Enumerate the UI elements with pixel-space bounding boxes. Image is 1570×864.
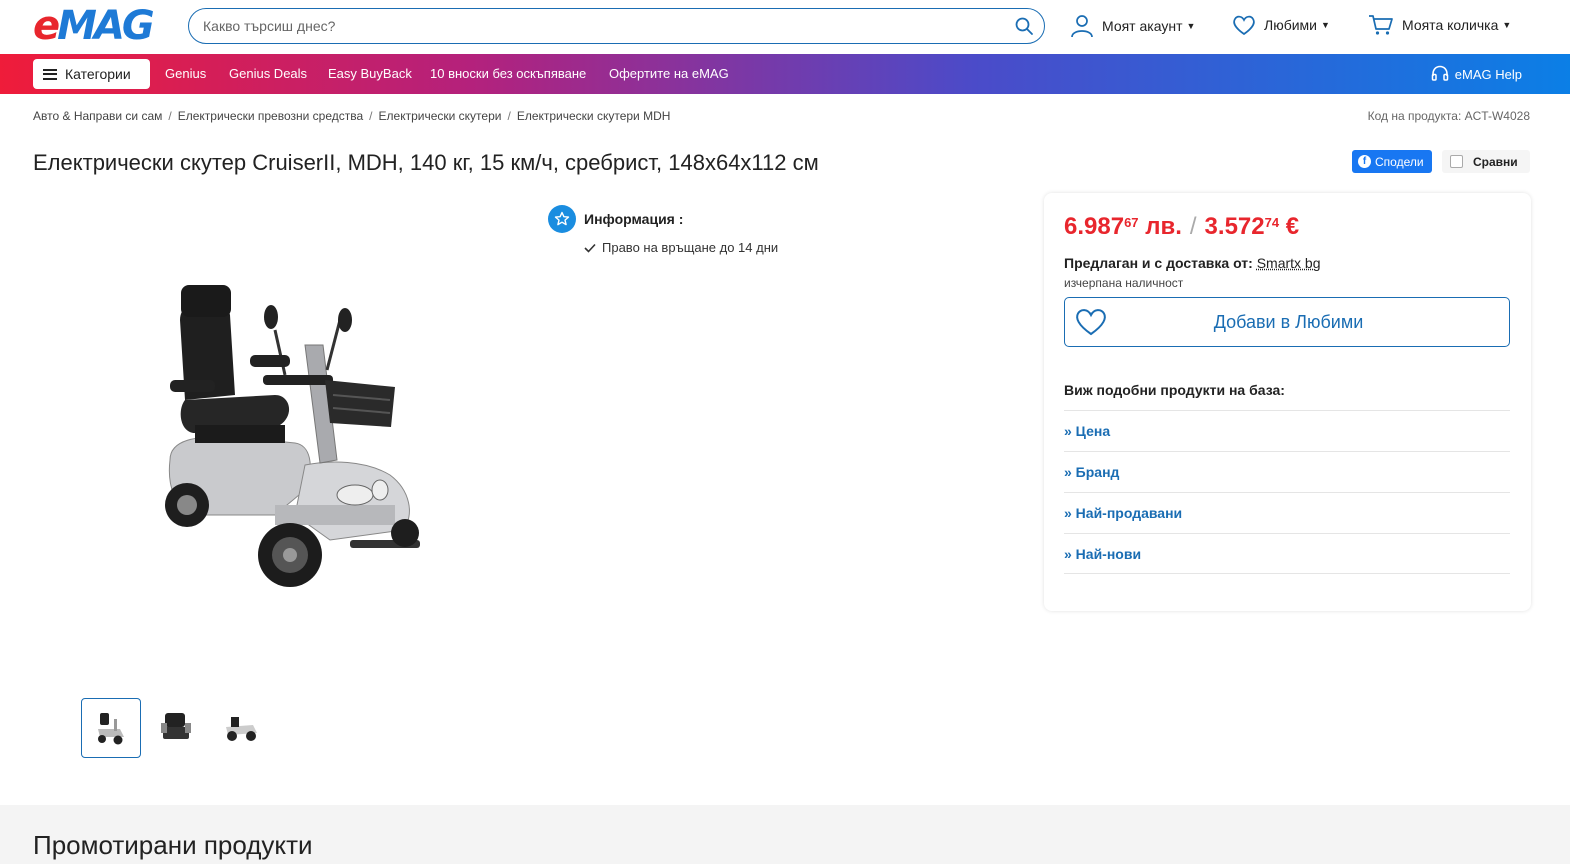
thumbnail-3[interactable]	[211, 698, 271, 758]
search-icon[interactable]	[1014, 16, 1034, 36]
nav-item-emag-offers[interactable]: Офертите на eMAG	[609, 66, 729, 81]
cart-icon	[1369, 15, 1393, 35]
chevron-down-icon: ▼	[1186, 21, 1196, 31]
search-bar	[188, 8, 1045, 44]
facebook-icon: f	[1358, 155, 1371, 168]
check-icon	[584, 243, 596, 253]
thumbnail-1[interactable]	[81, 698, 141, 758]
top-header: eMAG Моят акаунт ▼ Любими ▼ Моята количк…	[0, 0, 1570, 54]
return-policy-label: Право на връщане до 14 дни	[602, 240, 779, 255]
info-heading: Информация :	[548, 205, 683, 233]
cart-label: Моята количка	[1402, 17, 1499, 33]
promoted-title: Промотирани продукти	[33, 830, 313, 860]
logo-e: e	[33, 3, 60, 49]
breadcrumb-item[interactable]: Електрически скутери MDH	[517, 109, 671, 123]
headset-icon	[1431, 65, 1449, 81]
scooter-thumbnail-image	[98, 713, 124, 745]
side-view-thumbnail-image	[226, 717, 257, 741]
hamburger-icon	[43, 68, 57, 80]
price-bgn-currency: лв.	[1145, 213, 1182, 240]
similar-newest[interactable]: » Най-нови	[1064, 533, 1510, 574]
similar-bestsellers[interactable]: » Най-продавани	[1064, 492, 1510, 533]
info-heading-label: Информация :	[584, 211, 684, 227]
seller-prefix: Предлаган и с доставка от:	[1064, 255, 1253, 271]
share-label: Сподели	[1375, 154, 1424, 169]
stock-status: изчерпана наличност	[1064, 276, 1184, 290]
categories-button[interactable]: Категории	[33, 59, 150, 89]
price: 6.987 67 лв. / 3.572 74 €	[1064, 213, 1299, 241]
price-bgn-int: 6.987	[1064, 213, 1125, 240]
account-label: Моят акаунт	[1102, 18, 1183, 34]
categories-label: Категории	[65, 66, 131, 82]
product-title: Електрически скутер CruiserII, MDH, 140 …	[33, 150, 819, 175]
share-button[interactable]: f Сподели	[1352, 150, 1432, 173]
star-icon	[548, 205, 576, 233]
breadcrumb-item[interactable]: Авто & Направи си сам	[33, 109, 162, 123]
compare-checkbox[interactable]	[1450, 155, 1463, 168]
price-separator: /	[1189, 213, 1197, 240]
cart-menu[interactable]: Моята количка ▼	[1368, 14, 1511, 36]
similar-by-price[interactable]: » Цена	[1064, 410, 1510, 451]
compare-button[interactable]: Сравни	[1442, 150, 1530, 173]
main-navbar: Категории Genius Genius Deals Easy BuyBa…	[0, 54, 1570, 94]
seat-thumbnail-image	[161, 713, 191, 739]
chevron-down-icon: ▼	[1502, 20, 1512, 30]
chevron-down-icon: ▼	[1320, 20, 1330, 30]
seller-info: Предлаган и с доставка от: Smartx bg	[1064, 255, 1321, 271]
heart-icon	[1233, 15, 1255, 36]
similar-by-brand[interactable]: » Бранд	[1064, 451, 1510, 492]
compare-label: Сравни	[1473, 154, 1518, 169]
breadcrumb-item[interactable]: Електрически скутери	[379, 109, 502, 123]
seller-link[interactable]: Smartx bg	[1257, 255, 1321, 271]
nav-item-genius-deals[interactable]: Genius Deals	[229, 66, 307, 81]
favorites-button-label: Добави в Любими	[1213, 311, 1364, 332]
emag-logo[interactable]: e MAG	[33, 3, 155, 49]
help-label: eMAG Help	[1454, 66, 1522, 82]
promoted-section: Промотирани продукти	[0, 805, 1570, 864]
price-panel: 6.987 67 лв. / 3.572 74 € Предлаган и с до…	[1044, 193, 1531, 611]
breadcrumb-separator: /	[168, 109, 172, 123]
price-eur-int: 3.572	[1204, 213, 1265, 240]
heart-icon	[1076, 309, 1106, 336]
return-policy-item: Право на връщане до 14 дни	[584, 240, 778, 255]
similar-list: » Цена » Бранд » Най-продавани » Най-нов…	[1064, 410, 1510, 574]
breadcrumb: Авто & Направи си сам / Електрически пре…	[33, 109, 670, 123]
breadcrumb-separator: /	[369, 109, 373, 123]
account-menu[interactable]: Моят акаунт ▼	[1070, 14, 1195, 38]
favorites-label: Любими	[1264, 17, 1317, 33]
breadcrumb-separator: /	[507, 109, 511, 123]
price-bgn-dec: 67	[1124, 215, 1139, 230]
logo-mag: MAG	[57, 3, 155, 49]
nav-item-easy-buyback[interactable]: Easy BuyBack	[328, 66, 412, 81]
breadcrumb-item[interactable]: Електрически превозни средства	[178, 109, 363, 123]
help-link[interactable]: eMAG Help	[1431, 65, 1522, 83]
nav-item-installments[interactable]: 10 вноски без оскъпяване	[430, 66, 586, 81]
product-main-image[interactable]	[155, 275, 435, 610]
favorites-menu[interactable]: Любими ▼	[1232, 14, 1330, 36]
add-to-favorites-button[interactable]: Добави в Любими	[1064, 297, 1510, 347]
similar-heading: Виж подобни продукти на база:	[1064, 382, 1285, 398]
search-input[interactable]	[203, 18, 1003, 34]
price-eur-dec: 74	[1264, 215, 1280, 230]
thumbnail-strip	[81, 698, 271, 758]
user-icon	[1071, 15, 1093, 38]
nav-item-genius[interactable]: Genius	[165, 66, 206, 81]
price-eur-currency: €	[1285, 213, 1300, 240]
thumbnail-2[interactable]	[146, 698, 206, 758]
product-code: Код на продукта: ACT-W4028	[1367, 109, 1530, 123]
